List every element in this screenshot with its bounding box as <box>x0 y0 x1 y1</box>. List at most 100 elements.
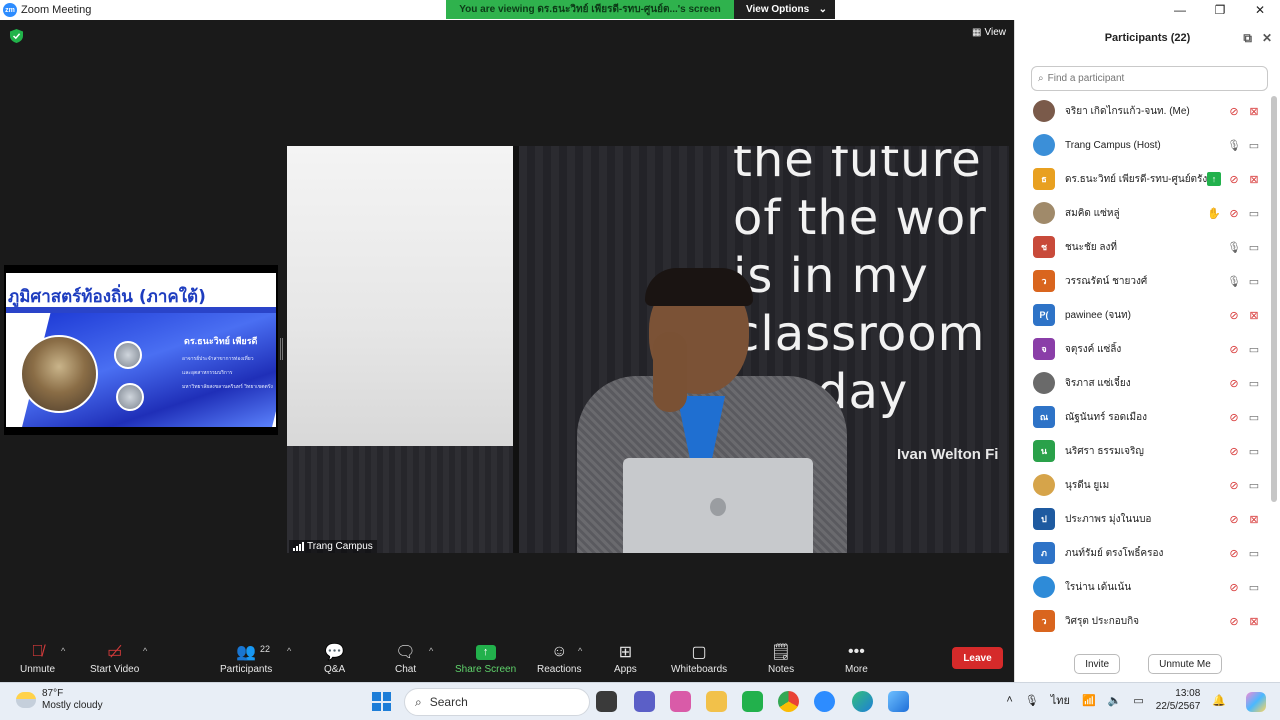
view-button[interactable]: ▦ View <box>972 27 1006 38</box>
chrome-icon[interactable] <box>778 691 799 712</box>
share-screen-button[interactable]: ↑ Share Screen <box>455 640 516 675</box>
participant-search[interactable]: ⌕ <box>1031 66 1268 91</box>
participant-row[interactable]: ว วิศรุต ประกอบกิจ ⊘ ⊠ <box>1015 604 1271 634</box>
shared-screen-thumbnail[interactable]: ภูมิศาสตร์ท้องถิ่น (ภาคใต้) ดร.ธนะวิทย์ … <box>4 265 278 435</box>
mic-muted-icon[interactable]: ⊘ <box>1227 172 1241 186</box>
reactions-caret[interactable]: ^ <box>578 646 582 656</box>
video-icon[interactable]: ▭ <box>1247 240 1261 254</box>
participant-row[interactable]: น นริศรา ธรรมเจริญ ⊘ ▭ <box>1015 434 1271 468</box>
video-icon[interactable]: ▭ <box>1247 444 1261 458</box>
notification-bell-icon[interactable]: 🔔 <box>1212 694 1226 707</box>
snipping-tool-icon[interactable] <box>670 691 691 712</box>
mic-muted-icon[interactable]: ⊘ <box>1227 342 1241 356</box>
pop-out-icon[interactable]: ⧉ <box>1243 31 1252 46</box>
line-icon[interactable] <box>742 691 763 712</box>
participant-row[interactable]: ใรน่าน เด้นเน้น ⊘ ▭ <box>1015 570 1271 604</box>
chat-button[interactable]: 🗨 Chat <box>395 640 416 675</box>
video-off-icon[interactable]: ⊠ <box>1247 172 1261 186</box>
mic-icon[interactable]: 🎙 <box>1227 138 1241 152</box>
video-icon[interactable]: ▭ <box>1247 274 1261 288</box>
audio-options-caret[interactable]: ^ <box>61 646 65 656</box>
close-button[interactable]: ✕ <box>1240 0 1280 20</box>
weather-widget[interactable]: 87°F Mostly cloudy <box>16 688 103 712</box>
participant-row[interactable]: Trang Campus (Host) 🎙 ▭ <box>1015 128 1271 162</box>
unmute-button[interactable]: 🎙̸ Unmute <box>20 640 55 675</box>
battery-icon[interactable]: ▭ <box>1133 694 1143 707</box>
file-explorer-icon[interactable] <box>706 691 727 712</box>
view-options-button[interactable]: View Options ⌄ <box>734 0 835 19</box>
video-icon[interactable]: ▭ <box>1247 546 1261 560</box>
participant-row[interactable]: ณ ณัฐนันทร์ รอดเมือง ⊘ ▭ <box>1015 400 1271 434</box>
more-button[interactable]: ••• More <box>845 640 868 675</box>
mic-muted-icon[interactable]: ⊘ <box>1227 308 1241 322</box>
mic-muted-icon[interactable]: ⊘ <box>1227 444 1241 458</box>
participants-caret[interactable]: ^ <box>287 646 291 656</box>
mic-muted-icon[interactable]: ⊘ <box>1227 614 1241 628</box>
mic-muted-icon[interactable]: ⊘ <box>1227 478 1241 492</box>
video-icon[interactable]: ▭ <box>1247 376 1261 390</box>
resize-handle[interactable] <box>280 338 283 360</box>
mic-muted-icon[interactable]: ⊘ <box>1227 546 1241 560</box>
whiteboards-button[interactable]: ▢ Whiteboards <box>671 640 727 675</box>
invite-button[interactable]: Invite <box>1074 654 1121 674</box>
restore-button[interactable]: ❐ <box>1200 0 1240 20</box>
shield-icon[interactable] <box>10 29 23 43</box>
chat-caret[interactable]: ^ <box>429 646 433 656</box>
participant-list[interactable]: จริยา เกิดไกรแก้ว-จนท. (Me) ⊘ ⊠ Trang Campu… <box>1015 94 1271 634</box>
participant-row[interactable]: ช ชนะชัย ลงที่ 🎙 ▭ <box>1015 230 1271 264</box>
teams-icon[interactable] <box>634 691 655 712</box>
close-icon[interactable]: ✕ <box>1262 31 1272 46</box>
minimize-button[interactable]: — <box>1160 0 1200 20</box>
mic-muted-icon[interactable]: ⊘ <box>1227 512 1241 526</box>
participant-row[interactable]: ภ ภนท์รัมย์ ตรงโพธิ์ครอง ⊘ ▭ <box>1015 536 1271 570</box>
notes-button[interactable]: 🗒 Notes <box>768 640 794 675</box>
unmute-me-button[interactable]: Unmute Me <box>1148 654 1222 674</box>
video-icon[interactable]: ▭ <box>1247 206 1261 220</box>
task-view-icon[interactable] <box>596 691 617 712</box>
participant-row[interactable]: นุรดีน ยูเม ⊘ ▭ <box>1015 468 1271 502</box>
leave-button[interactable]: Leave <box>952 647 1003 669</box>
participant-row[interactable]: สมคิด แซ่หลู่ ✋ ⊘ ▭ <box>1015 196 1271 230</box>
photos-icon[interactable] <box>888 691 909 712</box>
video-icon[interactable]: ▭ <box>1247 478 1261 492</box>
qa-button[interactable]: 💬 Q&A <box>324 640 345 675</box>
windows-start-icon[interactable] <box>372 692 391 711</box>
clock[interactable]: 13:08 22/5/2567 <box>1156 687 1201 713</box>
chevron-up-icon[interactable]: ˄ <box>1006 694 1012 706</box>
participant-search-input[interactable] <box>1047 73 1248 84</box>
video-off-icon[interactable]: ⊠ <box>1247 104 1261 118</box>
mic-muted-icon[interactable]: ⊘ <box>1227 580 1241 594</box>
video-options-caret[interactable]: ^ <box>143 646 147 656</box>
edge-icon[interactable] <box>852 691 873 712</box>
video-icon[interactable]: ▭ <box>1247 580 1261 594</box>
zoom-taskbar-icon[interactable] <box>814 691 835 712</box>
main-video[interactable]: the future of the wor is in my classroom… <box>287 146 1009 553</box>
video-icon[interactable]: ▭ <box>1247 342 1261 356</box>
participant-row[interactable]: ธ ดร.ธนะวิทย์ เพียรดี-รทบ-ศูนย์ตรัง ↑ ⊘ ⊠ <box>1015 162 1271 196</box>
apps-button[interactable]: ⊞ Apps <box>614 640 637 675</box>
wifi-icon[interactable]: 📶 <box>1082 694 1096 707</box>
taskbar-search[interactable]: ⌕ Search <box>404 688 590 716</box>
participant-row[interactable]: จิรภาส แซ่เจี๋ยง ⊘ ▭ <box>1015 366 1271 400</box>
participant-row[interactable]: ว วรรณรัตน์ ชายวงศ์ 🎙 ▭ <box>1015 264 1271 298</box>
video-off-icon[interactable]: ⊠ <box>1247 308 1261 322</box>
mic-muted-icon[interactable]: ⊘ <box>1227 104 1241 118</box>
video-off-icon[interactable]: ⊠ <box>1247 512 1261 526</box>
video-icon[interactable]: ▭ <box>1247 138 1261 152</box>
video-off-icon[interactable]: ⊠ <box>1247 614 1261 628</box>
copilot-icon[interactable] <box>1246 692 1266 712</box>
language-indicator[interactable]: ไทย <box>1051 691 1070 709</box>
volume-icon[interactable]: 🔈 <box>1108 694 1122 707</box>
microphone-icon[interactable]: 🎙 <box>1025 694 1039 707</box>
mic-muted-icon[interactable]: ⊘ <box>1227 376 1241 390</box>
mic-muted-icon[interactable]: ⊘ <box>1227 206 1241 220</box>
participant-row[interactable]: จริยา เกิดไกรแก้ว-จนท. (Me) ⊘ ⊠ <box>1015 94 1271 128</box>
participant-row[interactable]: P(pawinee (จนท) ⊘ ⊠ <box>1015 298 1271 332</box>
participants-scrollbar[interactable] <box>1271 96 1277 502</box>
participant-row[interactable]: ป ประภาพร มุ่งในนบอ ⊘ ⊠ <box>1015 502 1271 536</box>
start-video-button[interactable]: ▭̸ Start Video <box>90 640 139 675</box>
video-icon[interactable]: ▭ <box>1247 410 1261 424</box>
mic-icon[interactable]: 🎙 <box>1227 274 1241 288</box>
mic-icon[interactable]: 🎙 <box>1227 240 1241 254</box>
participant-row[interactable]: จ จตุรงค์ แซ่ลิ้ง ⊘ ▭ <box>1015 332 1271 366</box>
